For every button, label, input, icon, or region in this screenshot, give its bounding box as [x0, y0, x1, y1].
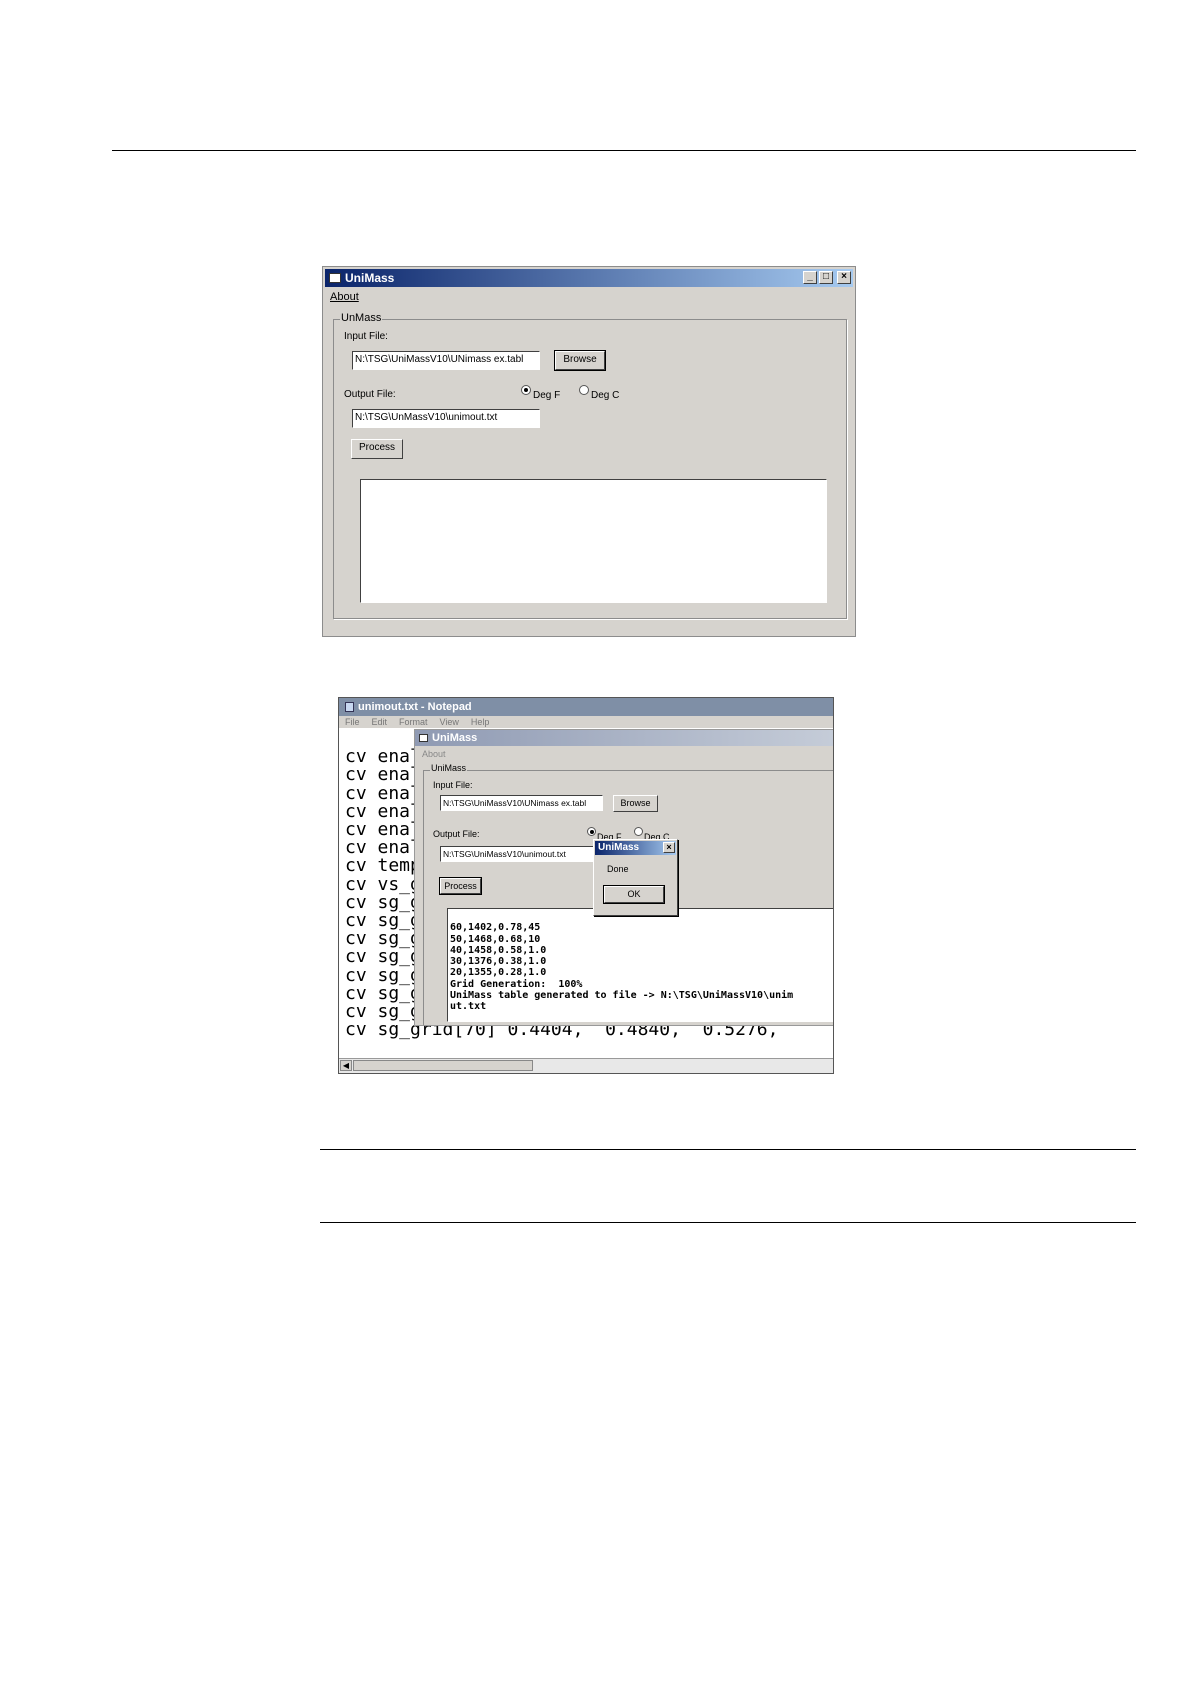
notepad-title: unimout.txt - Notepad	[358, 701, 472, 713]
menu-about-2[interactable]: About	[422, 749, 446, 759]
menu-about-label: About	[330, 291, 359, 303]
input-file-label-2: Input File:	[433, 780, 473, 790]
log-line: 20,1355,0.28,1.0	[450, 967, 547, 979]
output-file-label-2: Output File:	[433, 829, 480, 839]
input-file-field[interactable]: N:\TSG\UniMassV10\UNimass ex.tabl	[352, 351, 540, 370]
window-title-2: UniMass	[432, 732, 478, 744]
deg-f-radio[interactable]	[521, 385, 531, 395]
dialog-titlebar[interactable]: UniMass ×	[595, 841, 676, 855]
deg-c-label: Deg C	[591, 390, 620, 401]
output-file-label: Output File:	[344, 389, 396, 400]
note-top-rule	[320, 1149, 1136, 1150]
log-line: ut.txt	[450, 1001, 487, 1013]
log-line: UniMass table generated to file -> N:\TS…	[450, 990, 794, 1002]
notepad-menubar: File Edit Format View Help	[339, 716, 833, 728]
log-line: 30,1376,0.38,1.0	[450, 956, 547, 968]
notepad-menu-help[interactable]: Help	[471, 717, 490, 727]
notepad-hscrollbar[interactable]: ◀	[339, 1058, 833, 1073]
done-dialog: UniMass × Done OK	[593, 839, 678, 916]
note-bottom-rule	[320, 1222, 1136, 1223]
output-file-field-2[interactable]: N:\TSG\UniMassV10\unimout.txt	[440, 846, 603, 862]
process-button-2[interactable]: Process	[439, 877, 482, 895]
log-textarea-2[interactable]: 60,1402,0.78,45 50,1468,0.68,10 40,1458,0.…	[447, 908, 833, 1022]
minimize-button[interactable]: _	[803, 271, 817, 284]
notepad-menu-edit[interactable]: Edit	[372, 717, 388, 727]
close-button[interactable]: ×	[837, 271, 851, 284]
unimass-titlebar-2[interactable]: UniMass	[415, 730, 833, 746]
output-file-field[interactable]: N:\TSG\UnMassV10\unimout.txt	[352, 409, 540, 428]
deg-f-radio-2[interactable]	[587, 827, 596, 836]
notepad-menu-format[interactable]: Format	[399, 717, 428, 727]
window-title: UniMass	[345, 271, 395, 285]
ok-button[interactable]: OK	[603, 885, 665, 904]
header-rule	[112, 150, 1136, 151]
scroll-thumb[interactable]	[353, 1060, 533, 1071]
deg-c-radio-2[interactable]	[634, 827, 643, 836]
notepad-menu-view[interactable]: View	[440, 717, 459, 727]
notepad-titlebar[interactable]: unimout.txt - Notepad	[339, 698, 833, 716]
app-icon-2	[419, 734, 428, 742]
browse-button-2[interactable]: Browse	[613, 795, 658, 812]
process-button[interactable]: Process	[351, 439, 403, 459]
input-file-field-2[interactable]: N:\TSG\UniMassV10\UNimass ex.tabl	[440, 795, 603, 811]
unimass-window: UniMass _ □ × About UnMass Input File: N…	[322, 266, 856, 637]
log-line: 60,1402,0.78,45	[450, 922, 541, 934]
group-label: UnMass	[340, 312, 383, 324]
dialog-title: UniMass	[598, 842, 640, 853]
menu-about[interactable]: About	[330, 291, 359, 303]
log-line: 40,1458,0.58,1.0	[450, 944, 547, 956]
notepad-window: unimout.txt - Notepad File Edit Format View…	[338, 697, 834, 1074]
notepad-menu-file[interactable]: File	[345, 717, 360, 727]
app-icon	[329, 273, 341, 283]
log-line: 50,1468,0.68,10	[450, 933, 541, 945]
input-file-label: Input File:	[344, 331, 388, 342]
log-textarea[interactable]	[360, 479, 827, 603]
log-line: Grid Generation: 100%	[450, 978, 583, 990]
unimass-titlebar[interactable]: UniMass _ □ ×	[325, 269, 853, 287]
maximize-button[interactable]: □	[819, 271, 833, 284]
scroll-left-icon[interactable]: ◀	[340, 1060, 352, 1071]
group-label-2: UniMass	[430, 763, 468, 773]
deg-c-radio[interactable]	[579, 385, 589, 395]
log-output: 60,1402,0.78,45 50,1468,0.68,10 40,1458,0.…	[450, 911, 794, 1025]
notepad-icon	[345, 702, 354, 712]
dialog-message: Done	[607, 864, 629, 874]
browse-button[interactable]: Browse	[554, 350, 606, 371]
dialog-close-button[interactable]: ×	[663, 842, 675, 853]
deg-f-label: Deg F	[533, 390, 561, 401]
